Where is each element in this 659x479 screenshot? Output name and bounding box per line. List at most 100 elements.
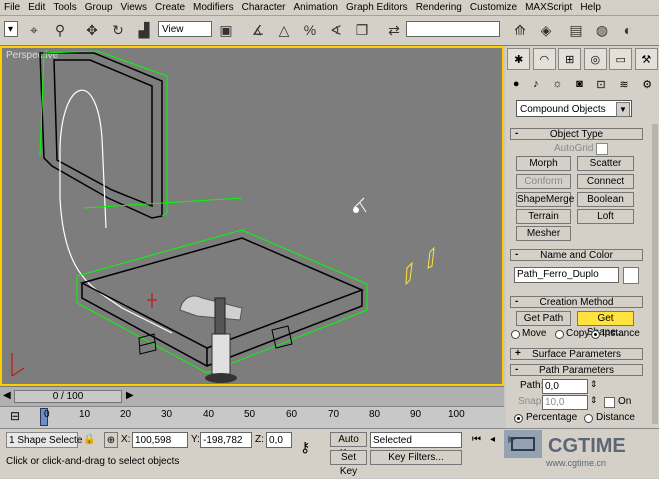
snap-3d-icon[interactable]: ∡ bbox=[248, 19, 268, 41]
instance-radio[interactable] bbox=[591, 330, 600, 339]
menu-help[interactable]: Help bbox=[576, 0, 605, 15]
menu-views[interactable]: Views bbox=[117, 0, 152, 15]
menu-modifiers[interactable]: Modifiers bbox=[189, 0, 238, 15]
time-slider[interactable]: 0 / 100 bbox=[14, 390, 122, 403]
menu-rendering[interactable]: Rendering bbox=[412, 0, 466, 15]
set-key-button[interactable]: Set Key bbox=[330, 450, 367, 477]
snap-on-checkbox[interactable] bbox=[604, 397, 615, 408]
perspective-viewport[interactable]: Perspective bbox=[0, 46, 504, 386]
reference-coord-select[interactable]: View bbox=[158, 21, 212, 37]
morph-button[interactable]: Morph bbox=[516, 156, 571, 171]
path-parameters-rollout[interactable]: - Path Parameters bbox=[510, 364, 643, 376]
category-select[interactable]: Compound Objects ▼ bbox=[516, 100, 632, 117]
menu-create[interactable]: Create bbox=[151, 0, 189, 15]
command-panel-scrollbar[interactable] bbox=[652, 124, 658, 424]
scatter-button[interactable]: Scatter bbox=[577, 156, 634, 171]
object-type-rollout[interactable]: - Object Type bbox=[510, 128, 643, 140]
utilities-tab-icon[interactable]: ⚒ bbox=[634, 48, 658, 70]
create-tab-icon[interactable]: ✱ bbox=[507, 48, 531, 70]
creation-method-rollout[interactable]: - Creation Method bbox=[510, 296, 643, 308]
rotate-icon[interactable]: ↻ bbox=[108, 19, 128, 41]
geometry-icon[interactable]: ● bbox=[513, 78, 520, 96]
x-coordinate-field[interactable]: 100,598 bbox=[132, 432, 188, 448]
mirror-icon[interactable]: ⇄ bbox=[384, 19, 404, 41]
object-color-swatch[interactable] bbox=[623, 267, 639, 284]
select-link-icon[interactable]: ⚲ bbox=[50, 19, 70, 41]
copy-radio[interactable] bbox=[555, 330, 564, 339]
prev-key-icon[interactable]: ◂ bbox=[490, 432, 495, 448]
display-tab-icon[interactable]: ▭ bbox=[609, 48, 633, 70]
conform-button[interactable]: Conform bbox=[516, 174, 571, 189]
get-path-button[interactable]: Get Path bbox=[516, 311, 571, 326]
named-selection-icon[interactable]: ❒ bbox=[352, 19, 372, 41]
cameras-icon[interactable]: ◙ bbox=[576, 78, 583, 96]
path-spinner-icon[interactable]: ⇕ bbox=[590, 379, 598, 390]
terrain-button[interactable]: Terrain bbox=[516, 209, 571, 224]
mesher-button[interactable]: Mesher bbox=[516, 226, 571, 241]
snap-field[interactable]: 10,0 bbox=[542, 395, 588, 410]
tick-label: 20 bbox=[120, 409, 132, 420]
distance-radio[interactable] bbox=[584, 414, 593, 423]
scale-icon[interactable]: ▟ bbox=[134, 19, 154, 41]
svg-text:www.cgtime.cn: www.cgtime.cn bbox=[545, 458, 606, 468]
select-object-icon[interactable]: ⌖ bbox=[24, 19, 44, 41]
menu-animation[interactable]: Animation bbox=[290, 0, 342, 15]
menu-character[interactable]: Character bbox=[238, 0, 290, 15]
track-view-icon[interactable]: ⊟ bbox=[10, 409, 20, 423]
menu-maxscript[interactable]: MAXScript bbox=[521, 0, 576, 15]
connect-button[interactable]: Connect bbox=[577, 174, 634, 189]
menu-group[interactable]: Group bbox=[81, 0, 117, 15]
modify-tab-icon[interactable]: ◠ bbox=[532, 48, 556, 70]
y-coordinate-field[interactable]: -198,782 bbox=[200, 432, 252, 448]
prev-frame-icon[interactable]: ◀ bbox=[3, 390, 11, 401]
goto-start-icon[interactable]: ⏮ bbox=[472, 432, 481, 448]
reference-coord-value: View bbox=[162, 24, 184, 35]
auto-key-button[interactable]: Auto Key bbox=[330, 432, 367, 459]
hierarchy-tab-icon[interactable]: ⊞ bbox=[558, 48, 582, 70]
motion-tab-icon[interactable]: ◎ bbox=[583, 48, 607, 70]
object-name-field[interactable]: Path_Ferro_Duplo bbox=[514, 267, 619, 283]
absolute-mode-icon[interactable]: ⊕ bbox=[104, 432, 118, 448]
move-radio[interactable] bbox=[511, 330, 520, 339]
snap-spinner-icon[interactable]: ⇕ bbox=[590, 395, 598, 406]
align-icon[interactable]: ◈ bbox=[536, 19, 556, 41]
lights-icon[interactable]: ☼ bbox=[552, 78, 562, 96]
menu-edit[interactable]: Edit bbox=[24, 0, 49, 15]
spacewarps-icon[interactable]: ≋ bbox=[619, 78, 628, 96]
shapes-icon[interactable]: ♪ bbox=[533, 78, 539, 96]
get-shape-button[interactable]: Get Shape... bbox=[577, 311, 634, 338]
key-filters-button[interactable]: Key Filters... bbox=[370, 450, 462, 465]
next-frame-icon[interactable]: ▶ bbox=[126, 390, 134, 401]
autogrid-checkbox[interactable] bbox=[596, 143, 608, 155]
systems-icon[interactable]: ⚙ bbox=[642, 78, 652, 96]
loft-button[interactable]: Loft bbox=[577, 209, 634, 224]
name-color-rollout[interactable]: - Name and Color bbox=[510, 249, 643, 261]
named-selection-set-select[interactable] bbox=[406, 21, 500, 37]
percent-snap-icon[interactable]: % bbox=[300, 19, 320, 41]
move-icon[interactable]: ✥ bbox=[82, 19, 102, 41]
menu-file[interactable]: File bbox=[0, 0, 24, 15]
angle-snap-icon[interactable]: △ bbox=[274, 19, 294, 41]
toolbar-dropdown[interactable]: ▾ bbox=[4, 21, 18, 37]
timeline-ruler[interactable]: ⊟ 0 10 20 30 40 50 60 70 80 90 100 bbox=[0, 406, 504, 429]
mirror-tool-icon[interactable]: ⟰ bbox=[510, 19, 530, 41]
command-panel: ✱ ◠ ⊞ ◎ ▭ ⚒ ● ♪ ☼ ◙ ⊡ ≋ ⚙ Compound Objec… bbox=[506, 46, 659, 428]
pivot-icon[interactable]: ▣ bbox=[216, 19, 236, 41]
lock-icon[interactable]: 🔒 bbox=[83, 432, 95, 448]
surface-parameters-rollout[interactable]: + Surface Parameters bbox=[510, 348, 643, 360]
menu-graph-editors[interactable]: Graph Editors bbox=[342, 0, 412, 15]
percentage-radio[interactable] bbox=[514, 414, 523, 423]
menu-customize[interactable]: Customize bbox=[466, 0, 521, 15]
z-coordinate-field[interactable]: 0,0 bbox=[266, 432, 292, 448]
path-field[interactable]: 0,0 bbox=[542, 379, 588, 394]
key-icon[interactable]: ⚷ bbox=[300, 439, 310, 455]
render-scene-icon[interactable]: ◐ bbox=[618, 19, 638, 41]
material-editor-icon[interactable]: ◍ bbox=[592, 19, 612, 41]
key-mode-select[interactable]: Selected bbox=[370, 432, 462, 448]
boolean-button[interactable]: Boolean bbox=[577, 192, 634, 207]
spinner-snap-icon[interactable]: ∢ bbox=[326, 19, 346, 41]
helpers-icon[interactable]: ⊡ bbox=[596, 78, 605, 96]
curve-editor-icon[interactable]: ▤ bbox=[566, 19, 586, 41]
menu-tools[interactable]: Tools bbox=[49, 0, 80, 15]
shapemerge-button[interactable]: ShapeMerge bbox=[516, 192, 574, 207]
